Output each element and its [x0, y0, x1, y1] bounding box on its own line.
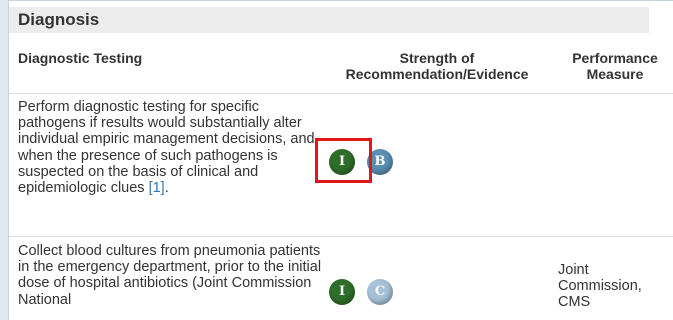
column-header-diagnostic-testing: Diagnostic Testing	[18, 50, 143, 66]
evidence-badge[interactable]: C	[367, 279, 393, 305]
recommendation-text: Collect blood cultures from pneumonia pa…	[18, 243, 322, 308]
recommendation-text: Perform diagnostic testing for specific …	[18, 99, 322, 196]
performance-measure-value: Joint Commission, CMS	[558, 262, 642, 311]
strength-badge[interactable]: I	[329, 279, 355, 305]
section-heading: Diagnosis	[9, 7, 649, 33]
recommendation-body: Collect blood cultures from pneumonia pa…	[18, 243, 322, 308]
highlight-box	[315, 138, 372, 183]
recommendation-trailing: .	[164, 180, 169, 197]
reference-link[interactable]: [1]	[149, 180, 165, 196]
row-divider	[9, 236, 673, 237]
header-divider	[9, 93, 673, 94]
column-header-strength: Strength of Recommendation/Evidence	[345, 50, 529, 82]
guideline-panel: Diagnosis Diagnostic Testing Strength of…	[8, 0, 673, 320]
column-header-performance-measure: Performance Measure	[572, 50, 658, 82]
